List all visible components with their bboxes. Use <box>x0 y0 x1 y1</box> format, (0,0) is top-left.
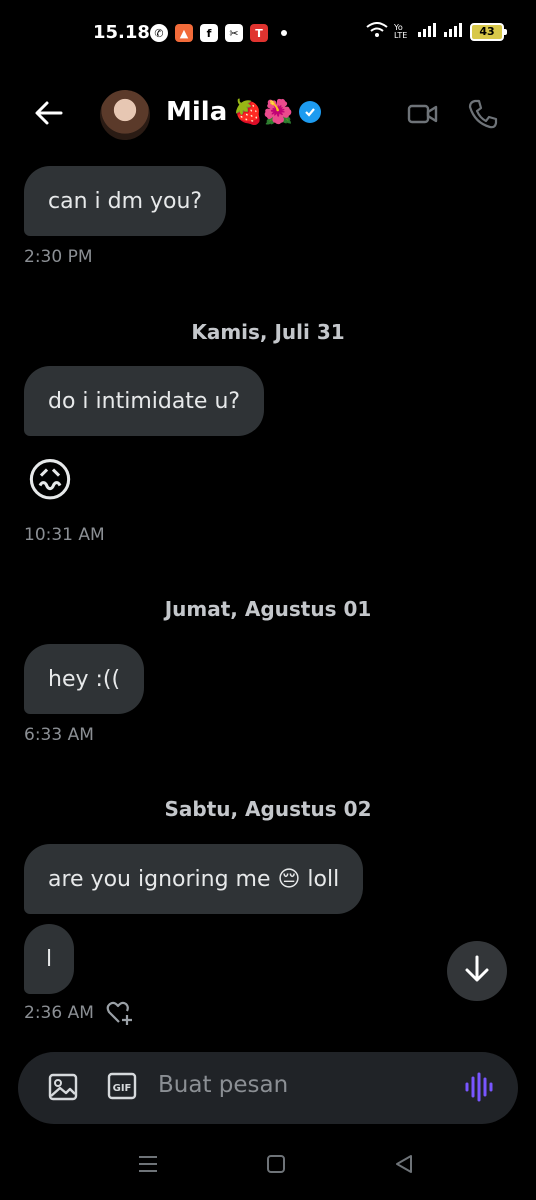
message-bubble[interactable]: l <box>24 924 75 994</box>
name-emojis: 🍓🌺 <box>233 98 294 126</box>
contact-name-row[interactable]: Mila 🍓🌺 <box>166 97 322 127</box>
gallery-icon: ▲ <box>175 24 193 42</box>
scroll-to-bottom-button[interactable] <box>447 941 507 1001</box>
capcut-icon: ✂ <box>225 24 243 42</box>
arrow-down-icon <box>463 954 491 988</box>
message-bubble[interactable]: can i dm you? <box>24 166 227 236</box>
message-bubble[interactable]: hey :(( <box>24 644 145 714</box>
phone-call-icon[interactable] <box>467 98 499 130</box>
facebook-icon: f <box>200 24 218 42</box>
notification-icons: ✆ ▲ f ✂ T <box>150 22 287 44</box>
app-icon: T <box>250 24 268 42</box>
whatsapp-icon: ✆ <box>150 24 168 42</box>
back-nav-icon[interactable] <box>390 1150 418 1178</box>
network-label: Yo LTE <box>394 23 408 40</box>
wifi-icon <box>366 22 388 42</box>
contact-name: Mila <box>166 97 228 127</box>
status-time: 15.18 <box>93 22 150 43</box>
home-icon[interactable] <box>262 1150 290 1178</box>
system-icons: Yo LTE 43 <box>366 22 507 42</box>
avatar[interactable] <box>100 90 150 140</box>
message-timestamp: 10:31 AM <box>24 525 105 545</box>
message-bubble[interactable]: are you ignoring me 😔 loll <box>24 844 364 914</box>
verified-badge-icon <box>299 101 322 123</box>
message-timestamp: 2:36 AM <box>24 1003 94 1023</box>
gif-icon[interactable]: GIF <box>106 1070 138 1102</box>
battery-icon: 43 <box>470 23 507 41</box>
emoji-message[interactable]: 😖 <box>26 453 74 507</box>
message-input[interactable]: Buat pesan <box>158 1072 288 1098</box>
message-timestamp: 6:33 AM <box>24 725 94 745</box>
signal-icon-2 <box>444 23 464 41</box>
signal-icon-1 <box>418 23 438 41</box>
recent-apps-icon[interactable] <box>134 1150 162 1178</box>
add-reaction-icon[interactable] <box>106 1000 134 1026</box>
back-arrow-icon[interactable] <box>32 96 66 130</box>
more-notifications-icon <box>281 30 287 36</box>
video-call-icon[interactable] <box>407 98 439 130</box>
image-attach-icon[interactable] <box>46 1070 80 1104</box>
voice-message-icon[interactable] <box>462 1070 496 1104</box>
message-bubble[interactable]: do i intimidate u? <box>24 366 265 436</box>
date-separator: Jumat, Agustus 01 <box>164 597 372 621</box>
message-timestamp: 2:30 PM <box>24 247 93 267</box>
svg-text:GIF: GIF <box>113 1083 132 1094</box>
date-separator: Sabtu, Agustus 02 <box>164 797 372 821</box>
date-separator: Kamis, Juli 31 <box>191 320 345 344</box>
